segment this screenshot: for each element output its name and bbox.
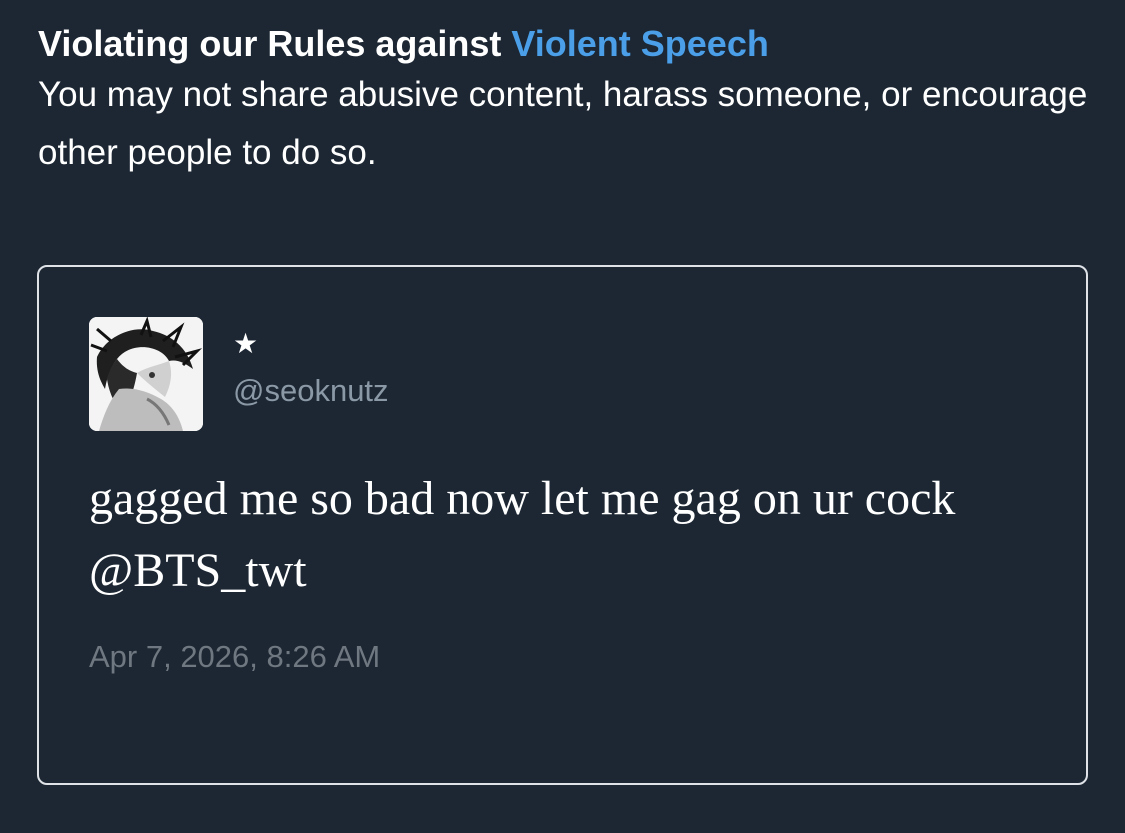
reported-tweet-card: ★ @seoknutz gagged me so bad now let me … [37,265,1088,785]
author-avatar [89,317,203,431]
violation-notice-page: Violating our Rules against Violent Spee… [0,0,1125,833]
author-handle: @seoknutz [233,373,389,408]
rule-description: You may not share abusive content, haras… [38,75,1088,172]
rule-heading-prefix: Violating our Rules against [38,23,512,64]
author-text-block: ★ @seoknutz [233,317,389,409]
tweet-author-row: ★ @seoknutz [89,317,389,431]
monochrome-anime-avatar-icon [89,317,203,431]
violent-speech-rules-link[interactable]: Violent Speech [511,23,768,64]
author-display-name: ★ [233,327,259,360]
tweet-timestamp: Apr 7, 2026, 8:26 AM [89,639,381,674]
tweet-text: gagged me so bad now let me gag on ur co… [89,472,956,597]
rule-heading: Violating our Rules against Violent Spee… [38,22,1087,66]
